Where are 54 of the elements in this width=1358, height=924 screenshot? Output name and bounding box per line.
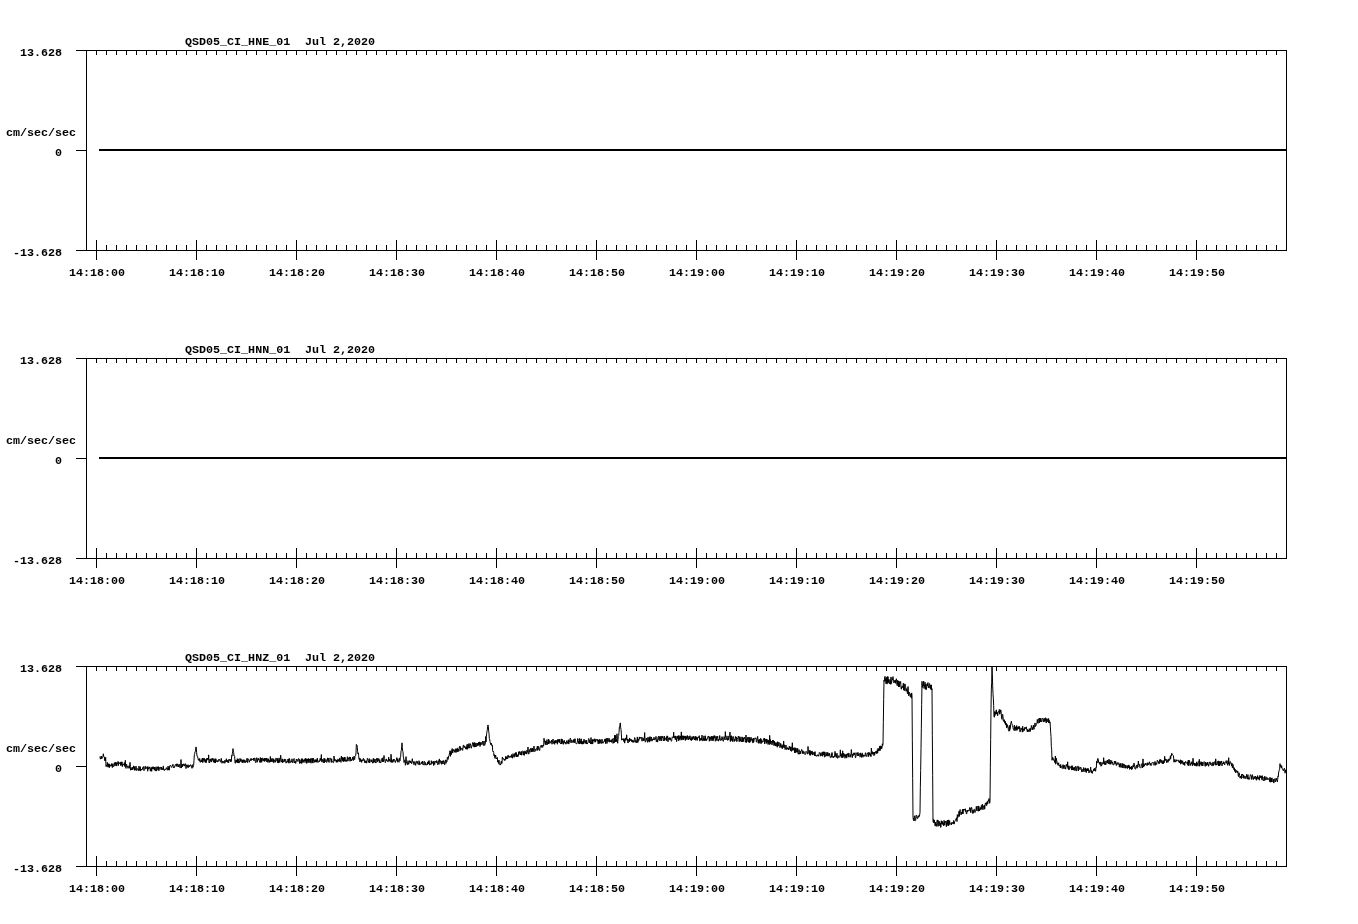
y-tick-label: -13.628 — [12, 862, 62, 876]
x-tick-label: 14:19:50 — [1168, 266, 1226, 280]
x-tick-label: 14:18:50 — [568, 266, 626, 280]
x-tick-label: 14:18:00 — [68, 882, 126, 896]
y-tick-label: -13.628 — [12, 246, 62, 260]
x-tick-label: 14:19:00 — [668, 266, 726, 280]
x-tick-label: 14:18:40 — [468, 266, 526, 280]
x-tick-label: 14:18:10 — [168, 266, 226, 280]
y-tick-label: 13.628 — [19, 354, 62, 368]
station-label: QSD05_CI_HNZ_01 — [185, 651, 291, 665]
x-tick-label: 14:19:30 — [968, 574, 1026, 588]
x-tick-label: 14:19:20 — [868, 266, 926, 280]
date-label: Jul 2,2020 — [305, 35, 376, 49]
x-tick-label: 14:18:20 — [268, 574, 326, 588]
x-tick-label: 14:19:20 — [868, 882, 926, 896]
y-tick-label: 13.628 — [19, 46, 62, 60]
station-label: QSD05_CI_HNN_01 — [185, 343, 291, 357]
x-tick-label: 14:18:50 — [568, 882, 626, 896]
x-tick-label: 14:19:00 — [668, 574, 726, 588]
x-tick-label: 14:19:00 — [668, 882, 726, 896]
y-tick-label: 0 — [55, 762, 62, 776]
y-axis-label: cm/sec/sec — [6, 126, 77, 140]
x-tick-label: 14:18:30 — [368, 266, 426, 280]
y-tick-label: -13.628 — [12, 554, 62, 568]
x-tick-label: 14:18:00 — [68, 266, 126, 280]
y-tick-label: 13.628 — [19, 662, 62, 676]
y-tick-label: 0 — [55, 454, 62, 468]
x-tick-label: 14:19:40 — [1068, 574, 1126, 588]
y-tick-label: 0 — [55, 146, 62, 160]
x-tick-label: 14:18:30 — [368, 882, 426, 896]
date-label: Jul 2,2020 — [305, 343, 376, 357]
x-tick-label: 14:19:10 — [768, 266, 826, 280]
x-tick-label: 14:19:30 — [968, 882, 1026, 896]
x-tick-label: 14:18:10 — [168, 574, 226, 588]
y-axis-label: cm/sec/sec — [6, 742, 77, 756]
x-tick-label: 14:19:10 — [768, 574, 826, 588]
x-tick-label: 14:19:40 — [1068, 266, 1126, 280]
x-tick-label: 14:19:30 — [968, 266, 1026, 280]
station-label: QSD05_CI_HNE_01 — [185, 35, 291, 49]
x-tick-label: 14:18:40 — [468, 882, 526, 896]
y-axis-label: cm/sec/sec — [6, 434, 77, 448]
date-label: Jul 2,2020 — [305, 651, 376, 665]
x-tick-label: 14:18:30 — [368, 574, 426, 588]
x-tick-label: 14:18:50 — [568, 574, 626, 588]
x-tick-label: 14:19:10 — [768, 882, 826, 896]
x-tick-label: 14:18:40 — [468, 574, 526, 588]
x-tick-label: 14:18:10 — [168, 882, 226, 896]
x-tick-label: 14:19:50 — [1168, 882, 1226, 896]
x-tick-label: 14:19:40 — [1068, 882, 1126, 896]
x-tick-label: 14:18:00 — [68, 574, 126, 588]
x-tick-label: 14:19:20 — [868, 574, 926, 588]
x-tick-label: 14:19:50 — [1168, 574, 1226, 588]
x-tick-label: 14:18:20 — [268, 266, 326, 280]
x-tick-label: 14:18:20 — [268, 882, 326, 896]
